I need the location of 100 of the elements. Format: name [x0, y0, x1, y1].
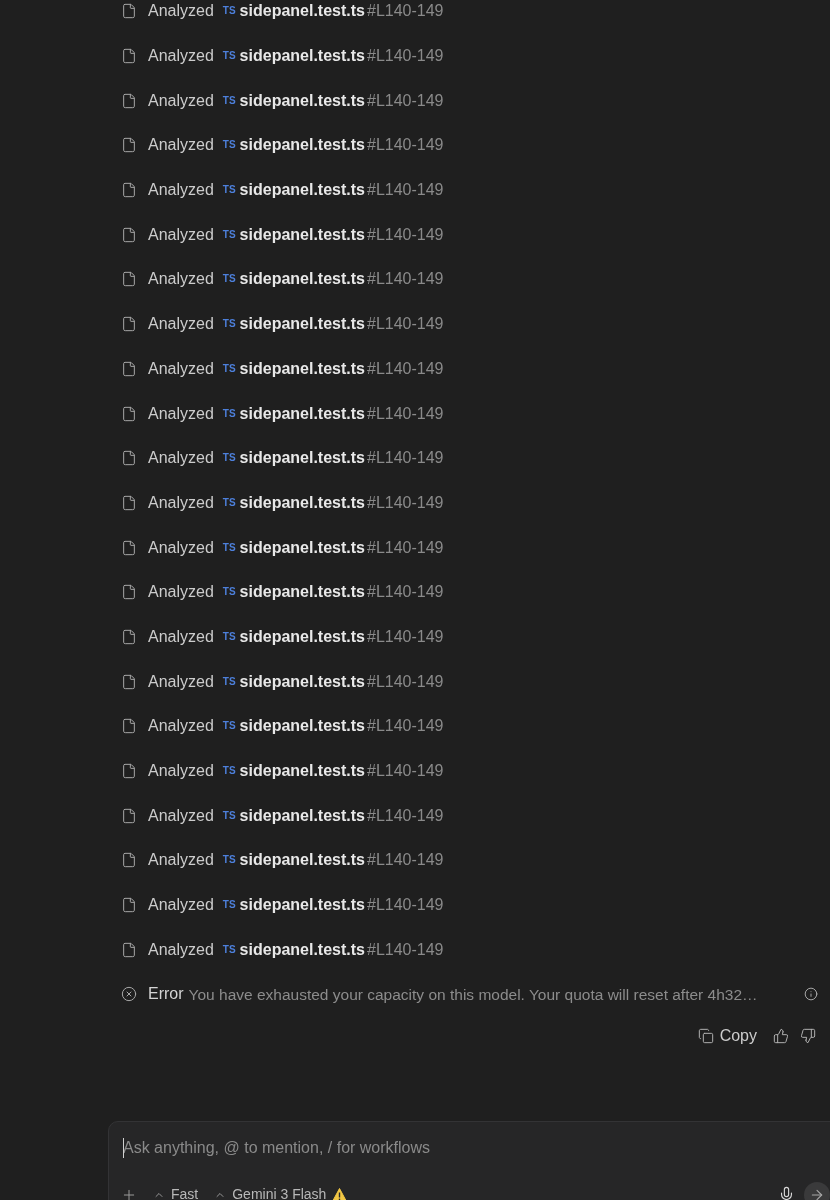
file-link[interactable]: sidepanel.test.ts	[239, 401, 365, 426]
file-link[interactable]: sidepanel.test.ts	[239, 222, 365, 247]
file-icon	[121, 92, 137, 109]
typescript-file-icon: TS	[222, 766, 236, 777]
status-text: Analyzed	[148, 582, 214, 603]
status-text: Analyzed	[148, 358, 214, 379]
line-range-link[interactable]: #L140-149	[367, 0, 444, 24]
file-link[interactable]: sidepanel.test.ts	[239, 714, 365, 739]
file-link[interactable]: sidepanel.test.ts	[239, 937, 365, 962]
file-icon	[121, 718, 137, 735]
error-message: You have exhausted your capacity on this model. Your quota will reset after 4h32…	[188, 984, 758, 1005]
line-range-link[interactable]: #L140-149	[367, 848, 444, 873]
thumbs-down-icon[interactable]	[800, 1027, 816, 1044]
file-link[interactable]: sidepanel.test.ts	[239, 0, 365, 24]
status-text: Analyzed	[148, 46, 214, 67]
typescript-file-icon: TS	[222, 408, 236, 419]
file-link[interactable]: sidepanel.test.ts	[239, 178, 365, 203]
copy-icon	[697, 1027, 714, 1044]
info-icon[interactable]	[804, 987, 818, 1002]
file-icon	[121, 316, 137, 333]
message-input-box[interactable]: Ask anything, @ to mention, / for workflows Fast Gemini 3 Flash	[108, 1120, 830, 1200]
line-range-link[interactable]: #L140-149	[367, 44, 444, 69]
file-icon	[121, 763, 137, 780]
line-range-link[interactable]: #L140-149	[367, 624, 444, 649]
status-text: Analyzed	[148, 403, 214, 424]
file-link[interactable]: sidepanel.test.ts	[239, 535, 365, 560]
line-range-link[interactable]: #L140-149	[367, 759, 444, 784]
file-icon	[121, 584, 137, 601]
typescript-file-icon: TS	[222, 631, 236, 642]
line-range-link[interactable]: #L140-149	[367, 312, 444, 337]
microphone-icon[interactable]	[778, 1186, 795, 1200]
line-range-link[interactable]: #L140-149	[367, 803, 444, 828]
mode-selector[interactable]: Fast	[153, 1184, 199, 1200]
line-range-link[interactable]: #L140-149	[367, 893, 444, 918]
typescript-file-icon: TS	[222, 140, 236, 151]
thumbs-up-icon[interactable]	[773, 1027, 789, 1044]
typescript-file-icon: TS	[222, 229, 236, 240]
file-link[interactable]: sidepanel.test.ts	[239, 759, 365, 784]
file-icon	[121, 48, 137, 65]
file-icon	[121, 539, 137, 556]
status-text: Analyzed	[148, 895, 214, 916]
status-text: Analyzed	[148, 448, 214, 469]
status-text: Analyzed	[148, 761, 214, 782]
file-link[interactable]: sidepanel.test.ts	[239, 893, 365, 918]
file-link[interactable]: sidepanel.test.ts	[239, 624, 365, 649]
file-link[interactable]: sidepanel.test.ts	[239, 133, 365, 158]
file-link[interactable]: sidepanel.test.ts	[239, 446, 365, 471]
status-text: Analyzed	[148, 224, 214, 245]
line-range-link[interactable]: #L140-149	[367, 356, 444, 381]
file-link[interactable]: sidepanel.test.ts	[239, 803, 365, 828]
line-range-link[interactable]: #L140-149	[367, 580, 444, 605]
typescript-file-icon: TS	[222, 542, 236, 553]
line-range-link[interactable]: #L140-149	[367, 133, 444, 158]
typescript-file-icon: TS	[222, 319, 236, 330]
typescript-file-icon: TS	[222, 587, 236, 598]
typescript-file-icon: TS	[222, 855, 236, 866]
file-link[interactable]: sidepanel.test.ts	[239, 669, 365, 694]
file-icon	[121, 494, 137, 511]
line-range-link[interactable]: #L140-149	[367, 669, 444, 694]
error-label: Error	[148, 984, 184, 1005]
file-link[interactable]: sidepanel.test.ts	[239, 88, 365, 113]
typescript-file-icon: TS	[222, 944, 236, 955]
status-text: Analyzed	[148, 716, 214, 737]
typescript-file-icon: TS	[222, 363, 236, 374]
file-icon	[121, 182, 137, 199]
file-link[interactable]: sidepanel.test.ts	[239, 267, 365, 292]
send-button[interactable]	[804, 1181, 830, 1200]
line-range-link[interactable]: #L140-149	[367, 490, 444, 515]
file-link[interactable]: sidepanel.test.ts	[239, 312, 365, 337]
line-range-link[interactable]: #L140-149	[367, 88, 444, 113]
file-link[interactable]: sidepanel.test.ts	[239, 490, 365, 515]
typescript-file-icon: TS	[222, 900, 236, 911]
file-link[interactable]: sidepanel.test.ts	[239, 848, 365, 873]
line-range-link[interactable]: #L140-149	[367, 222, 444, 247]
model-selector[interactable]: Gemini 3 Flash	[214, 1184, 327, 1200]
file-link[interactable]: sidepanel.test.ts	[239, 44, 365, 69]
line-range-link[interactable]: #L140-149	[367, 714, 444, 739]
text-cursor	[123, 1137, 124, 1158]
line-range-link[interactable]: #L140-149	[367, 446, 444, 471]
status-text: Analyzed	[148, 135, 214, 156]
typescript-file-icon: TS	[222, 810, 236, 821]
line-range-link[interactable]: #L140-149	[367, 937, 444, 962]
copy-button[interactable]: Copy	[697, 1023, 757, 1048]
file-link[interactable]: sidepanel.test.ts	[239, 580, 365, 605]
typescript-file-icon: TS	[222, 6, 236, 17]
line-range-link[interactable]: #L140-149	[367, 178, 444, 203]
error-icon	[121, 986, 137, 1003]
status-text: Analyzed	[148, 939, 214, 960]
file-icon	[121, 941, 137, 958]
file-link[interactable]: sidepanel.test.ts	[239, 356, 365, 381]
status-text: Analyzed	[148, 269, 214, 290]
typescript-file-icon: TS	[222, 497, 236, 508]
file-icon	[121, 450, 137, 467]
status-text: Analyzed	[148, 850, 214, 871]
file-icon	[121, 673, 137, 690]
line-range-link[interactable]: #L140-149	[367, 401, 444, 426]
line-range-link[interactable]: #L140-149	[367, 535, 444, 560]
line-range-link[interactable]: #L140-149	[367, 267, 444, 292]
file-icon	[121, 628, 137, 645]
status-text: Analyzed	[148, 1, 214, 22]
